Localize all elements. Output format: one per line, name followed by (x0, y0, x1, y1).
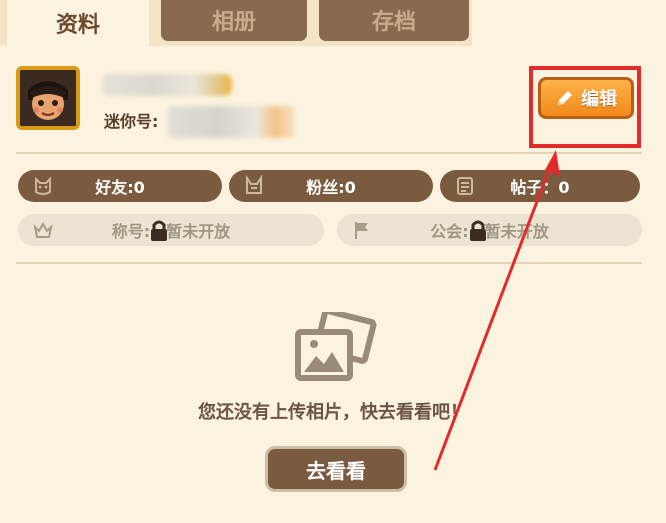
mini-id-redacted (168, 106, 294, 138)
pencil-icon (558, 91, 572, 105)
fans-stat[interactable]: 粉丝:0 (229, 170, 433, 202)
tab-profile[interactable]: 资料 (4, 0, 152, 46)
go-look-label: 去看看 (306, 458, 366, 483)
divider (16, 152, 642, 154)
guild-label: 公会: (430, 222, 469, 241)
avatar-face-icon (20, 70, 76, 126)
tab-save[interactable]: 存档 (316, 0, 472, 44)
empty-album-message: 您还没有上传相片，快去看看吧！ (198, 402, 468, 423)
posts-label: 帖子：0 (510, 178, 570, 197)
guild-status: 暂未开放 (484, 222, 549, 241)
title-locked: 称号: 暂未开放 (18, 214, 324, 246)
photo-icon (295, 312, 377, 381)
title-label: 称号: (111, 222, 151, 241)
fans-label: 粉丝:0 (306, 178, 356, 197)
tab-label: 相册 (211, 9, 256, 35)
guild-locked-text: 公会: 暂未开放 (337, 218, 642, 242)
title-locked-text: 称号: 暂未开放 (18, 218, 324, 242)
edit-button[interactable]: 编辑 (538, 77, 634, 119)
tab-label: 资料 (55, 13, 100, 38)
posts-stat[interactable]: 帖子：0 (440, 170, 640, 202)
guild-locked: 公会: 暂未开放 (337, 214, 642, 246)
mini-id-label: 迷你号: (104, 112, 159, 131)
tabbar-filler (472, 0, 666, 46)
tab-label: 存档 (371, 9, 416, 35)
title-status: 暂未开放 (166, 222, 231, 241)
username-redacted (102, 74, 232, 96)
friends-label: 好友:0 (95, 178, 145, 197)
edit-label: 编辑 (581, 89, 617, 110)
go-look-button[interactable]: 去看看 (265, 446, 407, 492)
divider (16, 262, 642, 264)
tab-album[interactable]: 相册 (158, 0, 310, 44)
friends-stat[interactable]: 好友:0 (18, 170, 222, 202)
tab-bar: 相册 存档 资料 (0, 0, 666, 46)
avatar[interactable] (16, 66, 80, 130)
